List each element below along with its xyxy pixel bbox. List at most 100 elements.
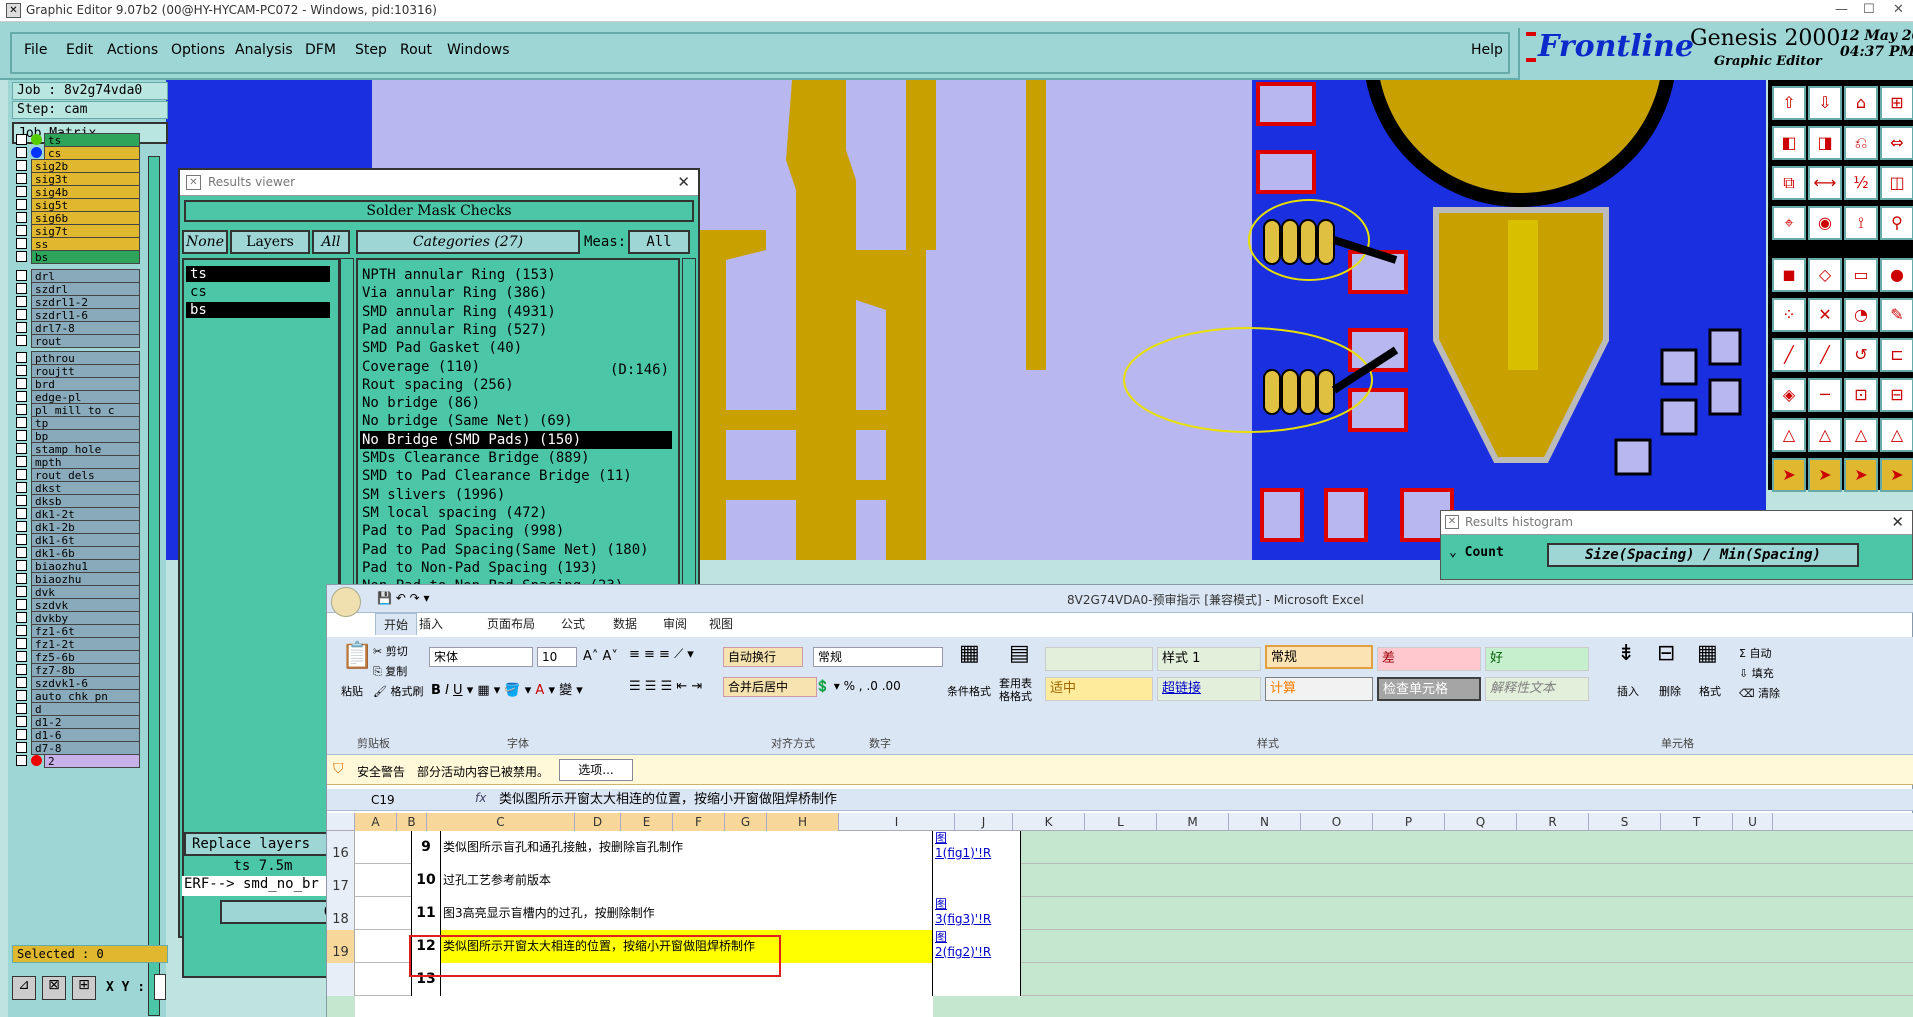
menu-file[interactable]: File — [24, 42, 47, 58]
tool-button-icon[interactable]: ◇ — [1808, 258, 1842, 292]
clear-button[interactable]: ⌫ 清除 — [1739, 685, 1780, 701]
paste-icon[interactable]: 📋 — [341, 641, 373, 671]
conditional-format-icon[interactable]: ▦ — [959, 641, 980, 666]
number-icons[interactable]: 💲 ▾ % , .0 .00 — [815, 679, 901, 693]
column-header[interactable]: F — [673, 813, 725, 831]
layer-checkbox[interactable] — [16, 430, 27, 441]
grid-icon[interactable]: ⊞ — [72, 976, 96, 1000]
tool-button-icon[interactable]: ⟟ — [1844, 206, 1878, 240]
cell-j-link[interactable] — [933, 963, 1021, 996]
tool-button-icon[interactable]: ⇩ — [1808, 86, 1842, 120]
rv-category-item[interactable]: SMD annular Ring (4931) — [360, 303, 672, 321]
delete-cells-icon[interactable]: ⊟ — [1657, 641, 1675, 666]
close-button[interactable]: ✕ — [1893, 2, 1904, 17]
column-header[interactable]: I — [839, 813, 955, 831]
format-painter-button[interactable]: 🖌 格式刷 — [373, 683, 423, 699]
meas-dropdown[interactable]: All — [628, 230, 690, 254]
cell-b[interactable]: 10 — [411, 864, 441, 897]
minimize-button[interactable]: — — [1835, 2, 1848, 17]
all-button[interactable]: All — [312, 230, 350, 254]
layer-checkbox[interactable] — [16, 612, 27, 623]
column-header[interactable]: B — [397, 813, 427, 831]
layer-checkbox[interactable] — [16, 547, 27, 558]
tool-button-icon[interactable]: ⌖ — [1772, 206, 1806, 240]
layer-checkbox[interactable] — [16, 664, 27, 675]
column-header[interactable]: Q — [1445, 813, 1517, 831]
tool-button-icon[interactable]: ─ — [1808, 378, 1842, 412]
tool-button-icon[interactable]: ➤ — [1880, 458, 1913, 492]
rv-layer-item[interactable]: bs — [186, 302, 330, 318]
layer-checkbox[interactable] — [16, 147, 27, 158]
tool-button-icon[interactable]: ➤ — [1844, 458, 1878, 492]
security-options-button[interactable]: 选项... — [559, 759, 633, 781]
tool-button-icon[interactable]: ➤ — [1808, 458, 1842, 492]
insert-button[interactable]: 插入 — [1617, 683, 1639, 699]
style-hyperlink[interactable]: 超链接 — [1157, 677, 1261, 701]
tool-button-icon[interactable]: ⇔ — [1880, 126, 1913, 160]
row-number[interactable]: 16 — [327, 831, 355, 864]
tool-button-icon[interactable]: △ — [1844, 418, 1878, 452]
row-number[interactable]: 17 — [327, 864, 355, 897]
style-blank[interactable] — [1045, 647, 1153, 671]
rv-category-item[interactable]: SMDs Clearance Bridge (889) — [360, 449, 672, 467]
tool-button-icon[interactable]: ⊞ — [1880, 86, 1913, 120]
tool-button-icon[interactable]: △ — [1772, 418, 1806, 452]
style-calculation[interactable]: 计算 — [1265, 677, 1373, 701]
name-box[interactable]: C19 — [331, 791, 451, 809]
tool-button-icon[interactable]: ⟷ — [1808, 166, 1842, 200]
ribbon-tab[interactable]: 插入 — [419, 615, 443, 632]
layer-checkbox[interactable] — [16, 677, 27, 688]
rv-category-item[interactable]: Rout spacing (256) — [360, 376, 672, 394]
align-top-icons[interactable]: ≡ ≡ ≡ ⟋ ▾ — [629, 647, 694, 662]
column-header[interactable]: M — [1157, 813, 1229, 831]
font-size-select[interactable]: 10 — [537, 647, 577, 667]
align-icons[interactable]: ☰ ☰ ☰ ⇤ ⇥ — [629, 679, 702, 694]
layer-row-2[interactable]: 2 — [16, 753, 140, 768]
menu-rout[interactable]: Rout — [400, 42, 432, 58]
c-button[interactable]: C — [220, 900, 340, 924]
tool-button-icon[interactable]: ⊟ — [1880, 378, 1913, 412]
tool-button-icon[interactable]: ╱ — [1808, 338, 1842, 372]
ribbon-tab[interactable]: 数据 — [613, 615, 637, 632]
rv-category-item[interactable]: SM local spacing (472) — [360, 504, 672, 522]
layer-checkbox[interactable] — [16, 352, 27, 363]
cell-j-link[interactable] — [933, 864, 1021, 897]
layer-checkbox[interactable] — [16, 508, 27, 519]
ribbon-tab[interactable]: 开始 — [375, 613, 418, 635]
layer-checkbox[interactable] — [16, 417, 27, 428]
tool-button-icon[interactable]: ⌂ — [1844, 86, 1878, 120]
tool-button-icon[interactable]: ⊡ — [1844, 378, 1878, 412]
tool-button-icon[interactable]: ↺ — [1844, 338, 1878, 372]
rv-layer-item[interactable]: cs — [186, 284, 330, 300]
delete-button[interactable]: 删除 — [1659, 683, 1681, 699]
paste-button[interactable]: 粘贴 — [341, 683, 363, 699]
layer-checkbox[interactable] — [16, 365, 27, 376]
menu-options[interactable]: Options — [171, 42, 225, 58]
tool-button-icon[interactable]: ◨ — [1808, 126, 1842, 160]
tool-button-icon[interactable]: ╱ — [1772, 338, 1806, 372]
layer-scrollbar[interactable] — [148, 156, 160, 1016]
tool-button-icon[interactable]: ◉ — [1808, 206, 1842, 240]
rv-layer-item[interactable]: ts — [186, 266, 330, 282]
ribbon-tab[interactable]: 视图 — [709, 615, 733, 632]
tool-button-icon[interactable]: ✕ — [1808, 298, 1842, 332]
rv-category-item[interactable]: SMD to Pad Clearance Bridge (11) — [360, 467, 672, 485]
table-format-button[interactable]: 套用表格格式 — [999, 677, 1035, 703]
row-number[interactable]: 19 — [327, 930, 355, 963]
layer-checkbox[interactable] — [16, 755, 27, 766]
menu-step[interactable]: Step — [355, 42, 387, 58]
rv-category-item[interactable]: Via annular Ring (386) — [360, 284, 672, 302]
layer-checkbox[interactable] — [16, 283, 27, 294]
rv-category-item[interactable]: No bridge (Same Net) (69) — [360, 412, 672, 430]
column-header[interactable]: C — [427, 813, 575, 831]
cell-b[interactable]: 11 — [411, 897, 441, 930]
tool-button-icon[interactable]: ◫ — [1880, 166, 1913, 200]
xy-input[interactable] — [154, 974, 166, 1000]
column-header[interactable]: S — [1589, 813, 1661, 831]
close-icon[interactable]: ✕ — [1891, 511, 1904, 533]
categories-header[interactable]: Categories (27) — [356, 230, 580, 254]
style-neutral[interactable]: 适中 — [1045, 677, 1153, 701]
column-header[interactable]: H — [767, 813, 839, 831]
insert-cells-icon[interactable]: ⇟ — [1617, 641, 1635, 666]
column-header[interactable]: K — [1013, 813, 1085, 831]
